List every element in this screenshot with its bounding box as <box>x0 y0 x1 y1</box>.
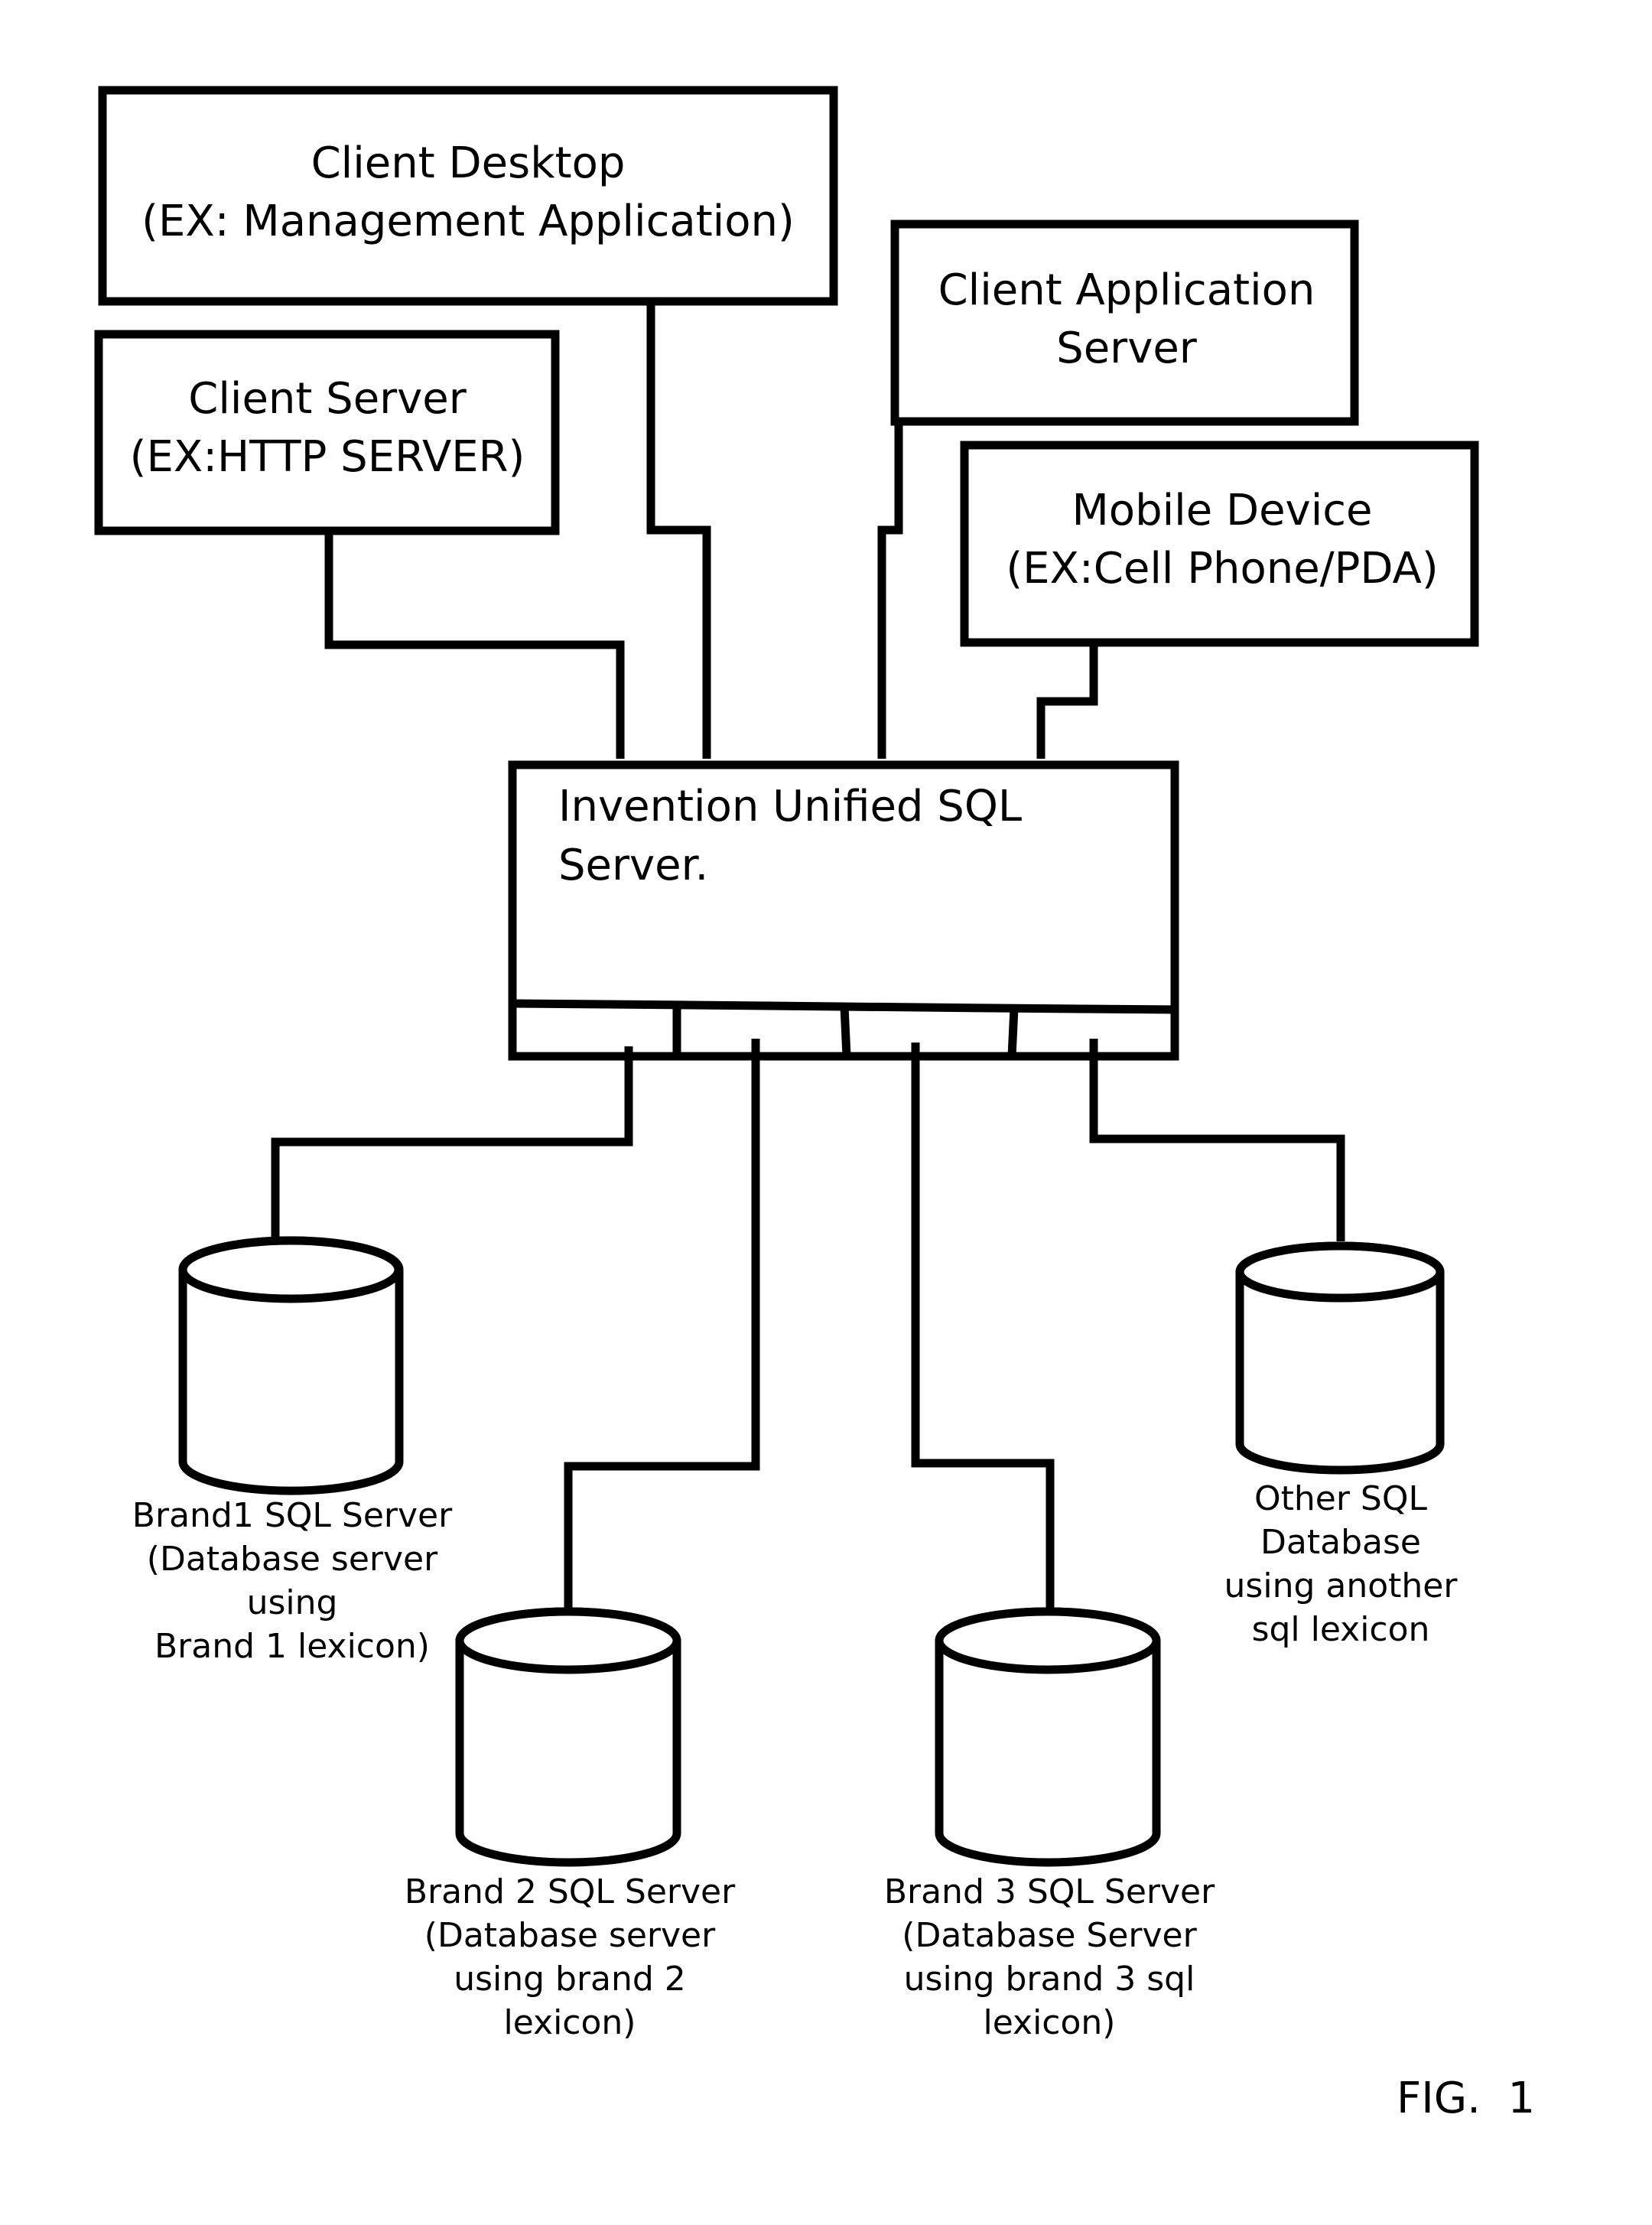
client-application-server-subtitle: Server <box>1056 324 1198 373</box>
client-application-server-box: Client Application Server <box>890 220 1359 426</box>
connector-brand2 <box>564 1039 760 1609</box>
client-server-subtitle: (EX:HTTP SERVER) <box>130 432 525 482</box>
brand3-caption-line3: using brand 3 sql <box>904 1960 1195 1999</box>
client-application-server-title: Client Application <box>938 265 1315 315</box>
mobile-device-box: Mobile Device (EX:Cell Phone/PDA) <box>960 441 1479 647</box>
unified-sql-server-title-line1: Invention Unified SQL <box>558 782 1022 831</box>
brand3-sql-server-label: Brand 3 SQL Server (Database Server usin… <box>884 1872 1215 2042</box>
port-divider-2 <box>840 1006 851 1057</box>
connector-mobile-device <box>1036 642 1098 759</box>
brand1-caption-line2: (Database server <box>147 1540 438 1579</box>
other-caption-line1: Other SQL <box>1254 1479 1427 1518</box>
connector-brand1 <box>271 1046 633 1238</box>
brand3-sql-server-cylinder <box>935 1607 1161 1867</box>
brand3-caption-line2: (Database Server <box>902 1916 1197 1955</box>
brand2-caption-line2: (Database server <box>424 1916 716 1955</box>
brand2-sql-server-cylinder <box>455 1607 681 1867</box>
port-divider-3 <box>1007 1007 1019 1057</box>
brand3-caption-line4: lexicon) <box>984 2003 1116 2042</box>
architecture-diagram: Client Desktop (EX: Management Applicati… <box>94 86 1535 2123</box>
client-server-box: Client Server (EX:HTTP SERVER) <box>94 330 560 535</box>
connector-client-server <box>324 531 625 759</box>
brand2-caption-line3: using brand 2 <box>454 1960 686 1999</box>
brand1-sql-server-label: Brand1 SQL Server (Database server using… <box>132 1496 453 1666</box>
unified-sql-server-box: Invention Unified SQL Server. <box>508 760 1179 1061</box>
brand2-sql-server-label: Brand 2 SQL Server (Database server usin… <box>405 1872 736 2042</box>
client-desktop-title: Client Desktop <box>311 138 626 188</box>
other-caption-line2: Database <box>1260 1523 1421 1562</box>
brand1-sql-server-cylinder <box>178 1236 404 1495</box>
connector-brand3 <box>911 1043 1055 1609</box>
brand3-caption-line1: Brand 3 SQL Server <box>884 1872 1215 1911</box>
other-sql-database-cylinder <box>1235 1241 1445 1475</box>
client-desktop-box: Client Desktop (EX: Management Applicati… <box>98 86 838 306</box>
other-caption-line4: sql lexicon <box>1252 1610 1430 1649</box>
client-desktop-subtitle: (EX: Management Application) <box>141 197 795 246</box>
brand1-caption-line1: Brand1 SQL Server <box>132 1496 453 1535</box>
brand2-caption-line1: Brand 2 SQL Server <box>405 1872 736 1911</box>
client-server-title: Client Server <box>188 374 467 424</box>
mobile-device-subtitle: (EX:Cell Phone/PDA) <box>1006 544 1438 594</box>
mobile-device-title: Mobile Device <box>1072 486 1372 535</box>
connector-client-desktop <box>646 301 711 759</box>
other-sql-database-label: Other SQL Database using another sql lex… <box>1224 1479 1459 1649</box>
brand1-caption-line3: using <box>247 1583 338 1622</box>
figure-label: FIG. 1 <box>1397 2074 1535 2123</box>
unified-sql-server-title-line2: Server. <box>558 841 708 890</box>
connector-client-application-server <box>877 421 903 759</box>
brand2-caption-line4: lexicon) <box>504 2003 636 2042</box>
connector-other <box>1089 1039 1345 1241</box>
brand1-caption-line4: Brand 1 lexicon) <box>154 1627 430 1666</box>
other-caption-line3: using another <box>1224 1566 1459 1605</box>
